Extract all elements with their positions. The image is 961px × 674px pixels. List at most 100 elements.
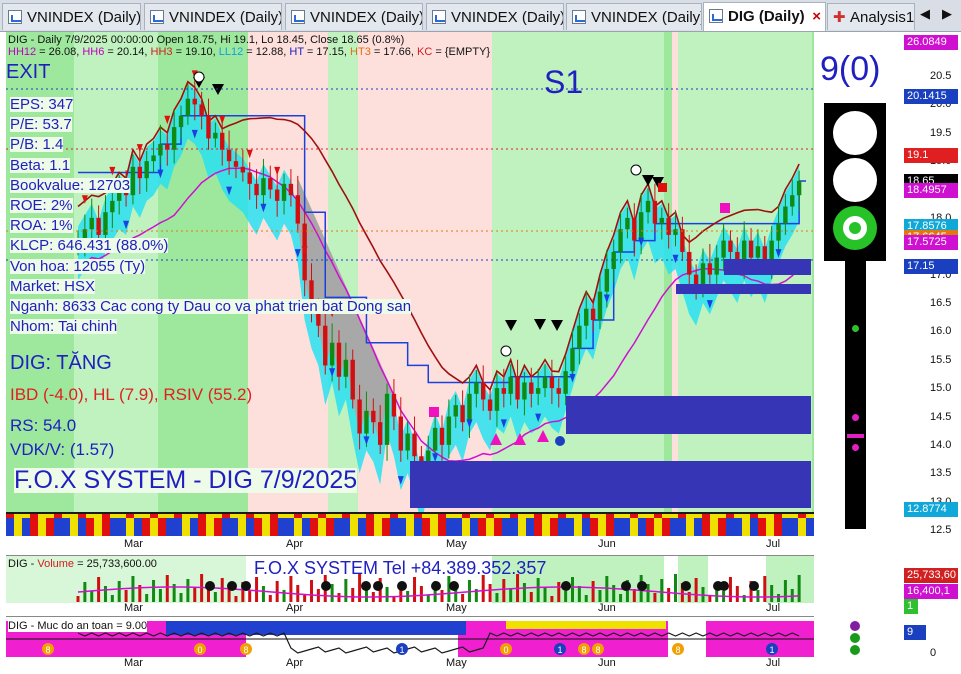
price-tick: 15.0 xyxy=(930,382,952,395)
fundamental-7: KLCP: 646.431 (88.0%) xyxy=(10,237,169,255)
candle-body xyxy=(707,263,713,275)
candle-body xyxy=(103,212,108,235)
candle-body xyxy=(350,359,355,400)
traffic-light xyxy=(824,103,886,261)
volume-bar xyxy=(110,595,114,602)
candle-body xyxy=(405,433,410,451)
volume-dot xyxy=(681,581,691,591)
price-level-label: 17.15 xyxy=(904,259,958,275)
volume-bar xyxy=(90,591,94,602)
one-marker xyxy=(555,436,565,446)
fundamental-10: Nganh: 8633 Cac cong ty Dau co va phat t… xyxy=(10,298,412,315)
candle-body xyxy=(542,376,548,389)
safety-zero-tick: 0 xyxy=(930,647,937,659)
volume-bar xyxy=(351,588,355,602)
candle-body xyxy=(206,115,211,139)
volume-dot xyxy=(449,581,459,591)
candle-body xyxy=(563,371,568,394)
tab-scroll-left-icon[interactable]: ◀ xyxy=(920,6,930,22)
volume-bar xyxy=(419,586,423,602)
close-tab-icon[interactable]: × xyxy=(812,3,821,30)
price-pane[interactable]: DIG - Daily 7/9/2025 00:00:00 Open 18.75… xyxy=(6,32,814,536)
candle-body xyxy=(281,183,287,201)
volume-dot xyxy=(361,581,371,591)
tab-vnindex-4[interactable]: VNINDEX (Daily) xyxy=(426,3,564,30)
tab-vnindex-2[interactable]: VNINDEX (Daily) xyxy=(144,3,282,30)
tab-vnindex-3[interactable]: VNINDEX (Daily) xyxy=(285,3,423,30)
volume-bar xyxy=(777,594,781,602)
volume-bar xyxy=(667,588,671,602)
candle-body xyxy=(371,410,376,423)
brand-label: F.O.X SYSTEM - DIG 7/9/2025 xyxy=(14,466,358,494)
volume-avg-label: 16,400,1 xyxy=(904,584,958,599)
safety-marker-text: 8 xyxy=(45,645,50,655)
tab-vnindex-5[interactable]: VNINDEX (Daily) xyxy=(566,3,702,30)
fundamental-1: P/E: 53.7 xyxy=(10,116,72,134)
candle-body xyxy=(254,183,259,196)
trend-label: DIG: TĂNG xyxy=(10,352,112,374)
chart-header: DIG - Daily 7/9/2025 00:00:00 Open 18.75… xyxy=(8,34,405,46)
chart-icon xyxy=(291,10,305,24)
volume-dot xyxy=(397,581,407,591)
safety-marker-text: 8 xyxy=(581,645,586,655)
volume-bar xyxy=(770,585,774,602)
candle-body xyxy=(796,181,802,196)
month-label: Jun xyxy=(598,538,616,550)
magenta-square xyxy=(429,407,439,417)
candle-body xyxy=(137,166,143,179)
volume-bar xyxy=(220,578,224,602)
ibd-label: IBD (-4.0), HL (7.9), RSIV (55.2) xyxy=(10,385,253,404)
volume-bar xyxy=(584,595,588,602)
tab-dig-daily[interactable]: DIG (Daily) × xyxy=(703,2,826,31)
month-label: Mar xyxy=(124,602,143,614)
tab-scroll-right-icon[interactable]: ▶ xyxy=(942,6,952,22)
candle-body xyxy=(240,166,246,173)
safety-marker-text: 0 xyxy=(503,645,508,655)
price-tick: 14.5 xyxy=(930,410,952,423)
volume-bar xyxy=(310,580,314,602)
tab-analysis1[interactable]: ✚ Analysis1 xyxy=(827,3,915,30)
month-axis-volume: Mar Apr May Jun Jul xyxy=(6,602,814,614)
price-tick: 15.5 xyxy=(930,353,952,366)
safety-marker-text: 1 xyxy=(399,645,404,655)
volume-zone-high xyxy=(724,259,811,275)
volume-dot xyxy=(621,581,631,591)
candle-body xyxy=(659,217,664,224)
volume-bar xyxy=(165,575,169,602)
price-axis[interactable]: 20.520.019.519.018.518.017.517.016.516.0… xyxy=(904,32,961,536)
chart-icon xyxy=(150,10,164,24)
candle-body xyxy=(185,98,191,116)
volume-bar xyxy=(461,594,465,602)
candle-body xyxy=(728,240,733,252)
volume-zone-mid xyxy=(566,396,811,434)
volume-bar xyxy=(591,581,595,602)
candle-body xyxy=(570,348,575,372)
volume-bar xyxy=(447,576,451,602)
candle-body xyxy=(790,195,795,207)
candle-body xyxy=(529,382,534,394)
candle-body xyxy=(268,178,273,190)
candle-body xyxy=(89,217,94,230)
candle-body xyxy=(652,200,658,224)
month-label: Apr xyxy=(286,538,304,550)
candle-body xyxy=(158,144,163,156)
chart-levels: HH12 = 26.08, HH6 = 20.14, HH3 = 19.10, … xyxy=(8,46,491,58)
candle-body xyxy=(192,98,197,105)
candle-body xyxy=(96,217,101,235)
candle-body xyxy=(144,161,149,179)
candle-body xyxy=(501,388,507,394)
month-label: Mar xyxy=(124,538,143,550)
volume-pane[interactable]: DIG - Volume = 25,733,600.00 F.O.X SYSTE… xyxy=(6,555,814,603)
month-label: Apr xyxy=(286,602,304,614)
candle-body xyxy=(343,359,349,377)
candle-body xyxy=(549,376,555,389)
candle-body xyxy=(556,388,561,394)
safety-marker-text: 8 xyxy=(595,645,600,655)
volume-bar xyxy=(358,574,362,602)
price-tick: 14.0 xyxy=(930,438,952,451)
safety-pane[interactable]: 8081018881 DIG - Muc do an toan = 9.00 xyxy=(6,616,814,660)
month-label: May xyxy=(446,538,467,550)
fundamental-9: Market: HSX xyxy=(10,277,96,295)
candle-body xyxy=(700,263,706,286)
tab-vnindex-1[interactable]: VNINDEX (Daily) xyxy=(2,3,141,30)
